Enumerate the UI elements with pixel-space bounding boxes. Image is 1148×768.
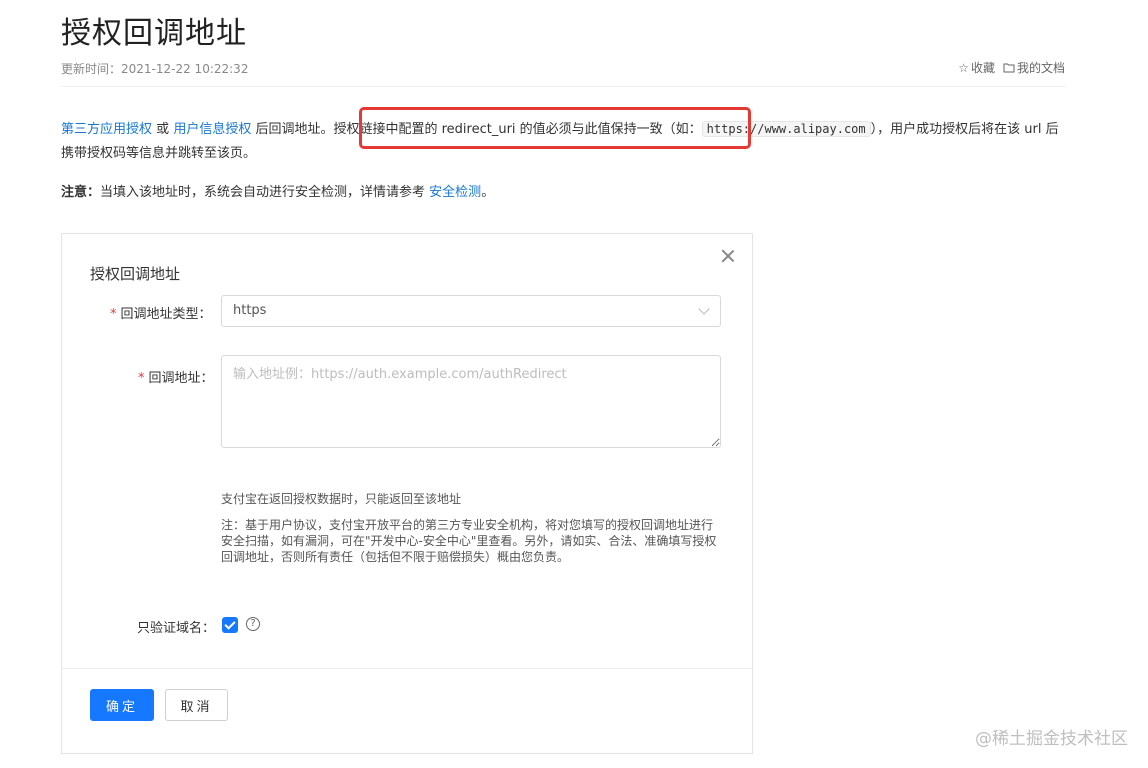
callback-address-label: * 回调地址： — [138, 367, 214, 386]
security-check-link[interactable]: 安全检测 — [429, 185, 481, 200]
callback-type-select[interactable]: https — [221, 295, 721, 327]
domain-only-label: 只验证域名： — [137, 621, 216, 636]
favorite-label: 收藏 — [970, 61, 995, 75]
favorite-button[interactable]: ☆ 收藏 — [958, 59, 995, 76]
folder-outline-icon — [1003, 63, 1015, 73]
note-paragraph: 注意：当填入该地址时，系统会自动进行安全检测，详情请参考 安全检测。 — [61, 181, 494, 200]
callback-type-label-text: 回调地址类型： — [120, 307, 212, 322]
cancel-button[interactable]: 取消 — [165, 689, 228, 721]
my-docs-label: 我的文档 — [1016, 61, 1065, 75]
chevron-down-icon — [698, 303, 710, 315]
confirm-button[interactable]: 确定 — [90, 689, 154, 721]
callback-type-label: * 回调地址类型： — [110, 303, 212, 322]
star-outline-icon: ☆ — [958, 60, 969, 75]
callback-address-input[interactable] — [221, 355, 721, 448]
update-time: 更新时间：2021-12-22 10:22:32 — [61, 62, 249, 76]
callback-address-label-text: 回调地址： — [148, 371, 214, 386]
note-text: 当填入该地址时，系统会自动进行安全检测，详情请参考 — [100, 185, 426, 200]
security-notice-text: 注：基于用户协议，支付宝开放平台的第三方专业安全机构，将对您填写的授权回调地址进… — [221, 518, 717, 564]
required-mark: * — [110, 307, 117, 322]
doc-actions: ☆ 收藏 我的文档 — [958, 59, 1065, 76]
watermark: @稀土掘金技术社区 — [975, 729, 1128, 749]
intro-or: 或 — [156, 122, 170, 137]
intro-paragraph: 第三方应用授权 或 用户信息授权 后回调地址。授权链接中配置的 redirect… — [61, 117, 1071, 166]
question-circle-icon[interactable]: ? — [246, 617, 260, 631]
page-title: 授权回调地址 — [61, 16, 247, 51]
address-help-text: 支付宝在返回授权数据时，只能返回至该地址 — [221, 492, 462, 506]
domain-only-checkbox[interactable] — [222, 617, 238, 633]
third-party-auth-link[interactable]: 第三方应用授权 — [61, 122, 152, 137]
intro-text-1: 后回调地址。 — [255, 122, 334, 137]
dialog-title: 授权回调地址 — [90, 265, 181, 283]
callback-type-value: https — [233, 303, 267, 318]
callback-address-dialog: 授权回调地址 *回调地址类型： https *回调地址： 支付宝在返回授权数据时… — [61, 233, 753, 754]
header-divider — [61, 86, 1065, 87]
my-docs-button[interactable]: 我的文档 — [1003, 59, 1065, 76]
note-end: 。 — [481, 185, 495, 200]
close-icon[interactable] — [718, 246, 738, 266]
note-label: 注意： — [61, 185, 101, 200]
example-url: https://www.alipay.com — [701, 121, 871, 137]
required-mark: * — [138, 371, 145, 386]
footer-divider — [62, 668, 752, 669]
user-info-auth-link[interactable]: 用户信息授权 — [173, 122, 251, 137]
intro-text-2: 授权链接中配置的 redirect_uri 的值必须与此值保持一致（如： — [333, 122, 702, 137]
